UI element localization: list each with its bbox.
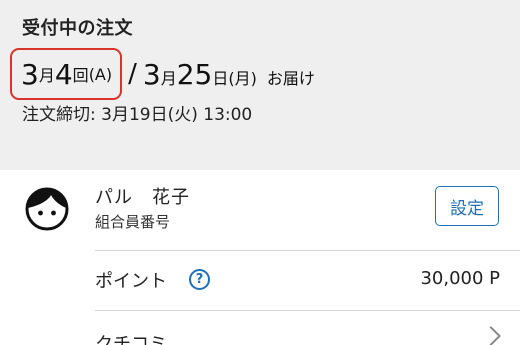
round-highlight-box: 3 月 4 回 (A) <box>10 48 123 100</box>
round-code: (A) <box>88 64 113 84</box>
order-summary-panel: 受付中の注文 3 月 4 回 (A) / 3 月 25 日 (月) お届け 注文… <box>0 0 520 170</box>
review-row[interactable]: クチコミ <box>0 311 520 345</box>
delivery-day-unit: 日 <box>212 68 229 88</box>
delivery-month-unit: 月 <box>160 68 177 88</box>
delivery-weekday: (月) <box>228 68 257 88</box>
settings-button[interactable]: 設定 <box>435 186 499 226</box>
round-number-unit: 回 <box>72 66 89 85</box>
help-icon[interactable]: ? <box>189 269 210 290</box>
schedule-separator: / <box>128 59 137 89</box>
points-row[interactable]: ポイント ? 30,000 P <box>0 251 520 309</box>
delivery-month: 3 <box>142 57 161 91</box>
person-face-icon <box>24 186 70 232</box>
order-deadline: 注文締切: 3月19日(火) 13:00 <box>22 105 253 125</box>
order-heading: 受付中の注文 <box>22 18 133 39</box>
member-number-label: 組合員番号 <box>95 213 171 231</box>
delivery-suffix: お届け <box>266 68 315 88</box>
points-label: ポイント <box>95 271 167 292</box>
round-number: 4 <box>54 57 73 91</box>
round-month-unit: 月 <box>38 66 55 85</box>
user-name: パル 花子 <box>95 187 190 208</box>
points-value: 30,000 P <box>420 268 500 289</box>
profile-section: パル 花子 組合員番号 設定 <box>0 170 520 250</box>
chevron-right-icon <box>481 326 501 345</box>
round-month: 3 <box>21 57 39 91</box>
review-label: クチコミ <box>95 334 167 345</box>
delivery-date: 3 月 25 日 (月) お届け <box>143 58 315 91</box>
delivery-schedule: 3 月 4 回 (A) / 3 月 25 日 (月) お届け <box>10 48 315 100</box>
delivery-day: 25 <box>176 57 213 91</box>
